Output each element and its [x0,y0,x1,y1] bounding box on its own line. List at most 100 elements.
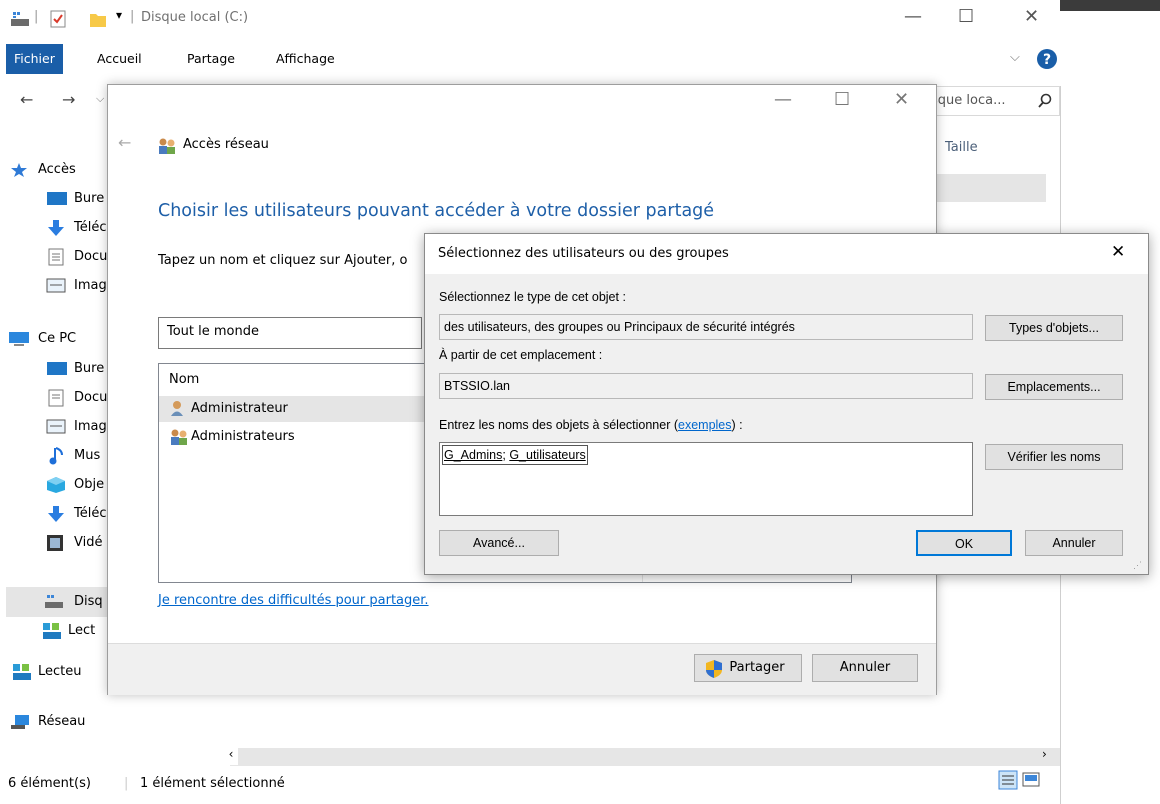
recent-dropdown-icon[interactable]: ⌵ [96,92,104,106]
wizard-title: Accès réseau [183,137,269,152]
new-folder-icon[interactable] [88,9,108,29]
star-icon [11,163,27,177]
svg-text:?: ? [1043,52,1051,68]
nav-item-telechargements-pc[interactable]: Téléc [48,502,107,526]
status-item-count: 6 élément(s) [8,776,91,791]
details-view-icon[interactable] [998,770,1018,790]
wizard-maximize-icon[interactable]: ☐ [834,89,850,110]
tab-fichier[interactable]: Fichier [6,44,63,74]
names-value-2: G_utilisateurs [509,448,586,462]
forward-icon[interactable]: → [62,90,75,109]
nav-label: Accès [38,162,76,177]
scroll-right-icon[interactable]: › [1042,747,1047,761]
nav-item-bureau-pc[interactable]: Bure [47,357,104,381]
nav-label: Imag [74,278,107,293]
help-link[interactable]: Je rencontre des difficultés pour partag… [158,593,429,608]
status-bar: 6 élément(s) | 1 élément sélectionné [0,768,1060,801]
image-icon [46,419,66,434]
resize-grip-icon[interactable]: ⋰ [1133,560,1142,571]
dialog-cancel-button[interactable]: Annuler [1025,530,1123,556]
nav-item-lecteur-reseau-1[interactable]: Lect [43,619,96,643]
image-icon [46,278,66,293]
nav-label: Obje [74,477,105,492]
nav-item-disque-local[interactable]: Disq [45,590,103,614]
locations-button[interactable]: Emplacements... [985,374,1123,400]
list-header-nom[interactable]: Nom [169,372,199,387]
search-icon[interactable] [1037,93,1053,109]
wizard-back-icon[interactable]: ← [118,133,131,152]
name-input-value[interactable]: Tout le monde [167,324,259,339]
ribbon-expand-icon[interactable]: ⌵ [1010,50,1020,65]
user-icon [171,401,183,416]
examples-link[interactable]: exemples [678,418,732,432]
wizard-footer: Partager Annuler [108,643,936,695]
nav-item-lecteur-reseau-2[interactable]: Lecteu [13,660,82,684]
tab-partage[interactable]: Partage [187,44,235,74]
network-drive-icon [43,623,61,639]
nav-item-images-pc[interactable]: Imag [46,415,107,439]
nav-label: Réseau [38,714,86,729]
tab-accueil[interactable]: Accueil [97,44,142,74]
search-box[interactable]: sque loca... [930,86,1060,116]
nav-item-ce-pc[interactable]: Ce PC [9,327,77,351]
wizard-close-icon[interactable]: ✕ [894,89,909,110]
location-field: BTSSIO.lan [439,373,973,399]
wizard-cancel-button[interactable]: Annuler [812,654,918,682]
properties-icon[interactable] [50,10,66,28]
nav-item-reseau[interactable]: Réseau [11,710,86,734]
names-value[interactable]: G_Admins; G_utilisateurs [442,445,588,465]
status-selected: 1 élément sélectionné [140,776,285,791]
horizontal-scrollbar[interactable]: ‹ › [224,747,1060,766]
nav-label: Lect [68,623,96,638]
nav-item-documents[interactable]: Docu [48,245,107,269]
back-icon[interactable]: ← [20,90,33,109]
name-input[interactable]: Tout le monde [158,317,422,349]
background-window-edge [1060,0,1160,11]
document-icon [48,248,64,266]
nav-item-musique[interactable]: Mus [49,444,100,468]
search-input[interactable]: sque loca... [931,93,1005,108]
network-drive-icon [13,664,31,680]
nav-item-videos[interactable]: Vidé [47,531,103,555]
check-names-button[interactable]: Vérifier les noms [985,444,1123,470]
scroll-left-icon[interactable]: ‹ [224,747,238,765]
column-header-size[interactable]: Taille [930,130,1062,166]
nav-item-bureau[interactable]: Bure [47,187,104,211]
object-types-button[interactable]: Types d'objets... [985,315,1123,341]
names-textarea[interactable]: G_Admins; G_utilisateurs [439,442,973,516]
3d-object-icon [47,477,65,493]
document-icon [48,389,64,407]
qat-dropdown-icon[interactable]: ▾ [116,8,122,22]
ribbon-tabs: Fichier Accueil Partage Affichage ⌵ ? [0,44,1060,74]
help-icon[interactable]: ? [1036,48,1058,70]
nav-label: Vidé [74,535,103,550]
window-title: Disque local (C:) [141,10,249,25]
minimize-icon[interactable]: — [904,6,922,27]
nav-label: Ce PC [38,331,77,346]
nav-label: Lecteu [38,664,82,679]
dialog-close-icon[interactable]: ✕ [1111,242,1125,262]
dialog-titlebar: Sélectionnez des utilisateurs ou des gro… [425,234,1148,274]
nav-label: Docu [74,390,108,405]
network-icon [11,715,29,729]
names-value-1: G_Admins [444,448,503,462]
wizard-instruction: Tapez un nom et cliquez sur Ajouter, o [158,253,408,268]
ok-button[interactable]: OK [916,530,1012,556]
large-icons-view-icon[interactable] [1022,772,1040,788]
wizard-heading: Choisir les utilisateurs pouvant accéder… [158,201,715,221]
selected-row-size[interactable] [930,174,1046,202]
column-size-label: Taille [945,140,978,155]
wizard-minimize-icon[interactable]: — [774,89,792,110]
nav-item-images[interactable]: Imag [46,274,107,298]
tab-affichage[interactable]: Affichage [276,44,335,74]
nav-item-documents-pc[interactable]: Docu [48,386,108,410]
select-users-dialog: Sélectionnez des utilisateurs ou des gro… [424,233,1149,575]
nav-item-objets-3d[interactable]: Obje [47,473,105,497]
maximize-icon[interactable]: ☐ [958,6,974,27]
nav-item-telechargements[interactable]: Téléc [48,216,107,240]
advanced-button[interactable]: Avancé... [439,530,559,556]
explorer-titlebar: | ▾ | Disque local (C:) — ☐ ✕ [0,0,1060,40]
close-icon[interactable]: ✕ [1024,6,1039,27]
share-button[interactable]: Partager [694,654,802,682]
nav-item-acces[interactable]: Accès [11,158,76,182]
